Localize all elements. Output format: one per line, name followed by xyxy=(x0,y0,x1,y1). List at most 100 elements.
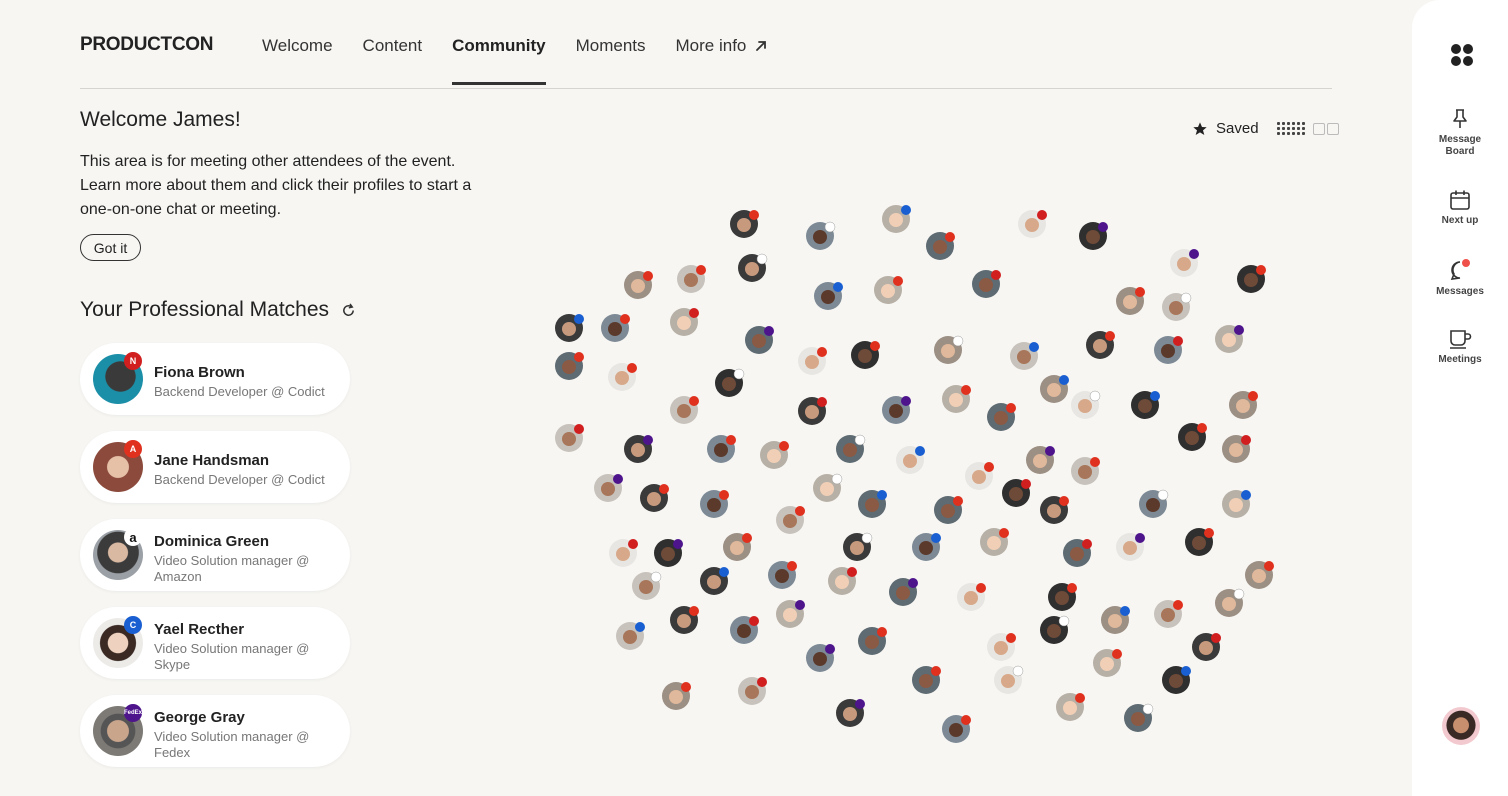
nav-content[interactable]: Content xyxy=(363,36,423,85)
attendee-avatar[interactable] xyxy=(882,205,911,233)
match-card[interactable]: FedEx George Gray Video Solution manager… xyxy=(80,695,350,767)
attendee-avatar[interactable] xyxy=(957,583,986,611)
attendee-avatar[interactable] xyxy=(994,665,1024,694)
attendee-avatar[interactable] xyxy=(1079,222,1108,250)
match-card[interactable]: N Fiona Brown Backend Developer @ Codict xyxy=(80,343,350,415)
attendee-avatar[interactable] xyxy=(1018,210,1047,238)
attendee-avatar[interactable] xyxy=(1086,331,1115,359)
attendee-avatar[interactable] xyxy=(851,341,880,369)
attendee-avatar[interactable] xyxy=(624,435,653,463)
attendee-avatar[interactable] xyxy=(745,326,774,354)
attendee-avatar[interactable] xyxy=(1222,435,1251,463)
attendee-avatar[interactable] xyxy=(965,462,994,490)
match-card[interactable]: a Dominica Green Video Solution manager … xyxy=(80,519,350,591)
attendee-avatar[interactable] xyxy=(670,606,699,634)
attendee-avatar[interactable] xyxy=(776,506,805,534)
attendee-avatar[interactable] xyxy=(912,666,941,694)
attendee-avatar[interactable] xyxy=(632,571,662,600)
attendee-avatar[interactable] xyxy=(1215,588,1245,617)
attendee-avatar[interactable] xyxy=(1139,489,1169,518)
attendee-avatar[interactable] xyxy=(768,561,797,589)
attendee-avatar[interactable] xyxy=(555,352,584,380)
attendee-avatar[interactable] xyxy=(836,699,865,727)
attendee-avatar[interactable] xyxy=(836,434,866,463)
attendee-avatar[interactable] xyxy=(730,616,759,644)
attendee-avatar[interactable] xyxy=(1040,496,1069,524)
attendee-avatar[interactable] xyxy=(1056,693,1085,721)
attendee-avatar[interactable] xyxy=(738,677,767,705)
attendee-avatar[interactable] xyxy=(1154,600,1183,628)
nav-moments[interactable]: Moments xyxy=(576,36,646,85)
attendee-avatar[interactable] xyxy=(1229,391,1258,419)
attendee-avatar[interactable] xyxy=(555,314,584,342)
attendee-avatar[interactable] xyxy=(654,539,683,567)
nav-community[interactable]: Community xyxy=(452,36,546,85)
attendee-avatar[interactable] xyxy=(707,435,736,463)
attendee-avatar[interactable] xyxy=(700,567,729,595)
attendee-avatar[interactable] xyxy=(1040,615,1070,644)
attendee-avatar[interactable] xyxy=(616,622,645,650)
attendee-avatar[interactable] xyxy=(1170,249,1199,277)
sidebar-item-meetings[interactable]: Meetings xyxy=(1412,328,1508,366)
attendee-avatar[interactable] xyxy=(738,253,768,282)
attendee-avatar[interactable] xyxy=(1116,533,1145,561)
apps-grid-icon[interactable] xyxy=(1451,44,1473,66)
attendee-avatar[interactable] xyxy=(1215,325,1244,353)
nav-welcome[interactable]: Welcome xyxy=(262,36,333,85)
attendee-avatar[interactable] xyxy=(1124,703,1154,732)
attendee-avatar[interactable] xyxy=(1162,666,1191,694)
attendee-avatar[interactable] xyxy=(555,424,584,452)
attendee-avatar[interactable] xyxy=(1185,528,1214,556)
attendee-avatar[interactable] xyxy=(828,567,857,595)
attendee-avatar[interactable] xyxy=(798,347,827,375)
attendee-avatar[interactable] xyxy=(987,633,1016,661)
attendee-avatar[interactable] xyxy=(594,474,623,502)
attendee-avatar[interactable] xyxy=(670,396,699,424)
attendee-avatar[interactable] xyxy=(677,265,706,293)
attendee-avatar[interactable] xyxy=(608,363,637,391)
attendee-avatar[interactable] xyxy=(1048,583,1077,611)
attendee-avatar[interactable] xyxy=(1063,539,1092,567)
match-card[interactable]: A Jane Handsman Backend Developer @ Codi… xyxy=(80,431,350,503)
attendee-avatar[interactable] xyxy=(1010,342,1039,370)
attendee-avatar[interactable] xyxy=(912,533,941,561)
attendee-avatar[interactable] xyxy=(942,385,971,413)
got-it-button[interactable]: Got it xyxy=(80,234,141,261)
sidebar-item-message-board[interactable]: Message Board xyxy=(1412,108,1508,158)
attendee-avatar[interactable] xyxy=(670,308,699,336)
attendee-avatar[interactable] xyxy=(1002,479,1031,507)
sidebar-item-messages[interactable]: Messages xyxy=(1412,258,1508,298)
attendee-avatar[interactable] xyxy=(798,397,827,425)
attendee-avatar[interactable] xyxy=(1101,606,1130,634)
attendee-avatar[interactable] xyxy=(980,528,1009,556)
attendee-avatar[interactable] xyxy=(1116,287,1145,315)
attendee-avatar[interactable] xyxy=(934,496,963,524)
attendee-avatar[interactable] xyxy=(624,271,653,299)
match-card[interactable]: C Yael Recther Video Solution manager @ … xyxy=(80,607,350,679)
app-logo[interactable]: PRODUCTCON xyxy=(80,34,213,56)
attendee-avatar[interactable] xyxy=(1026,446,1055,474)
attendee-avatar[interactable] xyxy=(601,314,630,342)
nav-more-info[interactable]: More info xyxy=(676,36,769,85)
attendee-avatar[interactable] xyxy=(700,490,729,518)
attendee-avatar[interactable] xyxy=(806,221,836,250)
attendee-avatar[interactable] xyxy=(814,282,843,310)
attendee-avatar[interactable] xyxy=(882,396,911,424)
star-icon[interactable] xyxy=(1192,121,1208,137)
attendee-avatar[interactable] xyxy=(896,446,925,474)
attendee-avatar[interactable] xyxy=(1178,423,1207,451)
attendee-avatar[interactable] xyxy=(1093,649,1122,677)
attendee-avatar[interactable] xyxy=(806,644,835,672)
sidebar-item-next-up[interactable]: Next up xyxy=(1412,189,1508,227)
attendee-avatar[interactable] xyxy=(609,539,638,567)
attendee-avatar[interactable] xyxy=(760,441,789,469)
attendee-avatar[interactable] xyxy=(662,682,691,710)
attendee-avatar[interactable] xyxy=(858,627,887,655)
attendee-avatar[interactable] xyxy=(926,232,955,260)
attendee-avatar[interactable] xyxy=(1192,633,1221,661)
attendee-avatar[interactable] xyxy=(813,473,843,502)
attendee-avatar[interactable] xyxy=(715,368,745,397)
attendee-avatar[interactable] xyxy=(1237,265,1266,293)
attendee-avatar[interactable] xyxy=(640,484,669,512)
dense-grid-view-icon[interactable] xyxy=(1276,122,1305,135)
